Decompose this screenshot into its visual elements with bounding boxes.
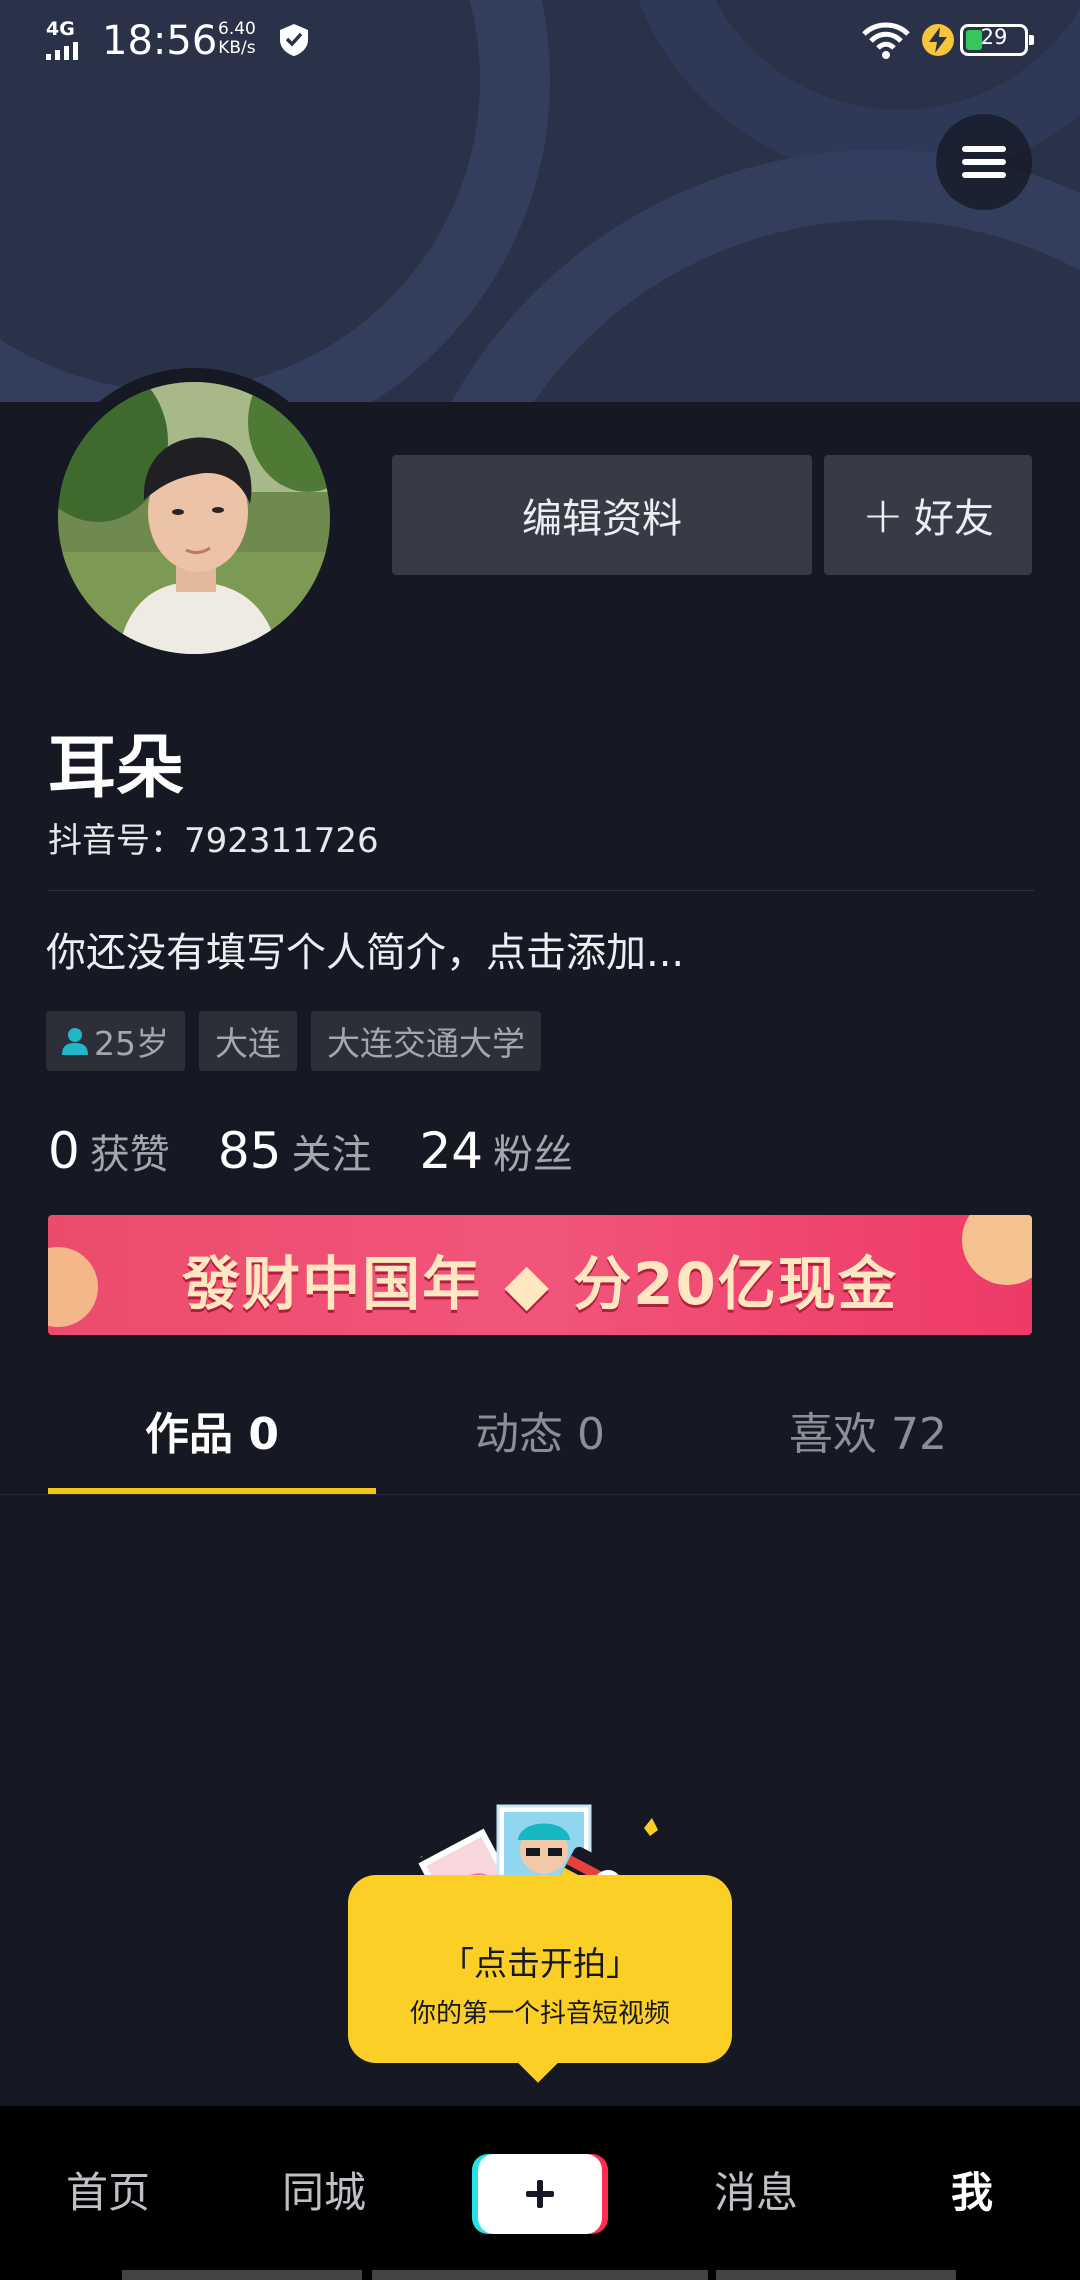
profile-tags: 25岁 大连 大连交通大学 [46,1011,541,1071]
divider [48,890,1034,891]
profile-bio[interactable]: 你还没有填写个人简介，点击添加... [46,920,684,978]
profile-name: 耳朵 [48,729,185,808]
network-speed-value: 6.40 [218,19,256,39]
nav-home[interactable]: 首页 [48,2106,168,2280]
tag-age-label: 25岁 [94,1024,169,1063]
add-friend-label: 好友 [913,496,994,542]
plus-icon: + [862,486,904,544]
edit-profile-label: 编辑资料 [522,496,682,542]
edit-profile-button[interactable]: 编辑资料 [392,455,812,575]
fast-charge-icon [922,24,954,56]
gesture-bar [716,2270,956,2280]
network-speed-unit: KB/s [218,38,256,58]
status-bar: 4G 18:56 6.40 KB/s 29 [0,0,1080,84]
user-avatar-photo [58,382,330,654]
following-count: 85 [217,1122,282,1180]
menu-button[interactable] [936,114,1032,210]
bottom-navigation: 首页 同城 消息 我 [0,2106,1080,2280]
promo-banner-text: 發财中国年 ◆ 分20亿现金 [182,1250,898,1318]
wifi-icon [862,22,910,59]
avatar[interactable] [44,368,344,668]
tag-age[interactable]: 25岁 [46,1011,185,1071]
stat-followers[interactable]: 24 粉丝 [419,1122,573,1180]
status-time: 18:56 [102,18,218,64]
add-video-button[interactable] [478,2154,602,2234]
divider [0,1494,1080,1495]
douyin-id[interactable]: 抖音号：792311726 [48,813,379,862]
likes-label: 获赞 [89,1132,170,1178]
shield-icon [280,24,308,56]
network-type: 4G [46,18,75,40]
nav-me[interactable]: 我 [912,2106,1032,2280]
followers-count: 24 [419,1122,484,1180]
signal-icon: 4G [44,18,84,60]
tab-moments[interactable]: 动态 0 [376,1368,704,1496]
tag-school-label: 大连交通大学 [327,1024,525,1063]
hamburger-menu-icon [962,146,1006,152]
add-friend-button[interactable]: + 好友 [824,455,1032,575]
following-label: 关注 [291,1132,372,1178]
profile-stats: 0 获赞 85 关注 24 粉丝 [48,1122,621,1180]
battery-level: 29 [980,25,1008,49]
tag-school[interactable]: 大连交通大学 [311,1011,541,1071]
network-speed: 6.40 KB/s [218,20,256,58]
battery-icon: 29 [960,24,1034,56]
tag-city[interactable]: 大连 [199,1011,297,1071]
shoot-prompt-tooltip[interactable]: 「点击开拍」 你的第一个抖音短视频 [348,1875,732,2083]
profile-tabs: 作品 0 动态 0 喜欢 72 [48,1368,1032,1496]
tab-likes[interactable]: 喜欢 72 [704,1368,1032,1496]
shoot-prompt-title: 「点击开拍」 [441,1944,639,1983]
tag-city-label: 大连 [215,1024,281,1063]
nav-local[interactable]: 同城 [264,2106,384,2280]
likes-count: 0 [48,1122,80,1180]
promo-banner[interactable]: 發财中国年 ◆ 分20亿现金 [48,1215,1032,1335]
stat-following[interactable]: 85 关注 [218,1122,372,1180]
nav-messages[interactable]: 消息 [696,2106,816,2280]
person-icon [62,1028,88,1055]
gesture-bar [372,2270,708,2280]
stat-likes[interactable]: 0 获赞 [48,1122,170,1180]
gesture-bar [122,2270,362,2280]
followers-label: 粉丝 [493,1132,574,1178]
shoot-prompt-subtitle: 你的第一个抖音短视频 [409,1999,670,2029]
tab-works[interactable]: 作品 0 [48,1368,376,1496]
